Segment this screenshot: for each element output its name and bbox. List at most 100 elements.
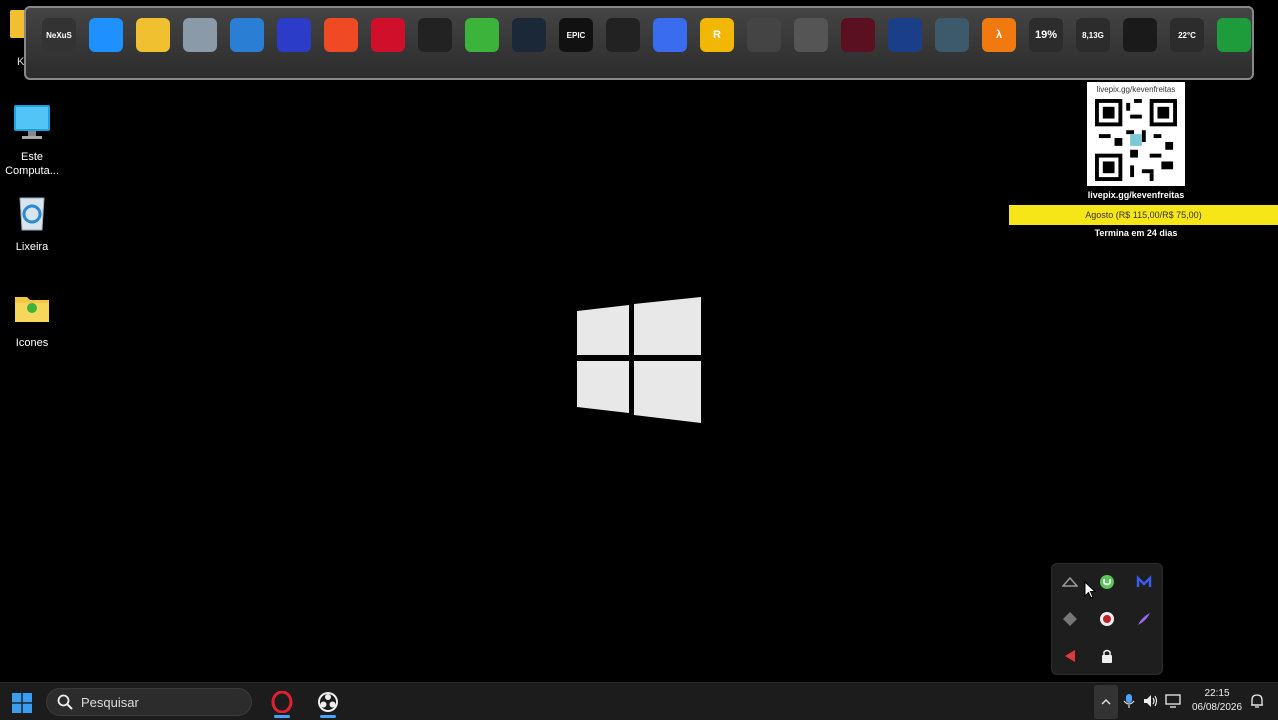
obs-icon [318,692,338,712]
malwarebytes-tray-icon[interactable] [1132,570,1156,594]
dock-item-text: 19% [1034,29,1058,41]
folder-icon [136,18,170,52]
utorrent-icon [465,18,499,52]
dock-item-nexus[interactable]: NeXuS [40,18,78,70]
taskbar-opera-button[interactable] [265,686,299,718]
recycle-bin-icon [183,18,217,52]
dock-item-fallout[interactable] [792,18,830,70]
microphone-icon[interactable] [1120,692,1138,710]
dock-items: NeXuS EPIC Rλ 19% 8,13G 22°C [40,18,1253,70]
dock-item-text: 22°C [1178,30,1196,40]
dock: NeXuS EPIC Rλ 19% 8,13G 22°C [24,6,1254,80]
tray-overflow-flyout [1051,563,1163,675]
dock-item-text: 8,13G [1082,30,1104,40]
dock-item-rockstar[interactable]: R [698,18,736,70]
lock-tray-icon[interactable] [1095,644,1119,668]
qr-url-bottom: livepix.gg/kevenfreitas [1087,190,1185,200]
network-app-icon [888,18,922,52]
dock-item-epic-games[interactable]: EPIC [557,18,595,70]
windows-logo-icon [577,297,701,423]
dock-item-weather[interactable]: 22°C [1168,18,1206,70]
desktop-icon-recycle-bin[interactable]: Lixeira [0,192,64,254]
desktop-icon-label: Este Computa... [5,151,59,177]
eye-app-icon [841,18,875,52]
taskbar-obs-button[interactable] [311,686,345,718]
chevron-up-icon [1101,698,1111,705]
gta-icon [747,18,781,52]
obs-tray-icon[interactable] [1095,607,1119,631]
dock-item-obs[interactable] [416,18,454,70]
steam-icon [512,18,546,52]
folder-icon [15,297,49,322]
dock-item-utorrent[interactable] [463,18,501,70]
dock-item-text: λ [995,29,1003,41]
feather-tray-icon[interactable] [1132,607,1156,631]
obs-icon [418,18,452,52]
qr-url-top: livepix.gg/kevenfreitas [1096,85,1176,94]
dock-item-remote-desktop[interactable] [228,18,266,70]
windows-icon [89,18,123,52]
weather-icon: 22°C [1170,18,1204,52]
dock-item-opera[interactable] [369,18,407,70]
desktop-icon-label: Lixeira [15,241,49,253]
dock-item-ram-meter[interactable]: 8,13G [1074,18,1112,70]
dock-item-folder[interactable] [134,18,172,70]
epic-games-icon: EPIC [559,18,593,52]
volume-icon[interactable] [1142,692,1160,710]
start-button[interactable] [8,689,36,717]
notification-bell-icon[interactable] [1248,692,1266,710]
taskbar: Pesquisar 22:15 06/08/2026 [0,682,1278,720]
dock-item-brave[interactable] [322,18,360,70]
diamond-tray-icon[interactable] [1058,607,1082,631]
dock-item-text: EPIC [566,30,586,40]
qr-code-icon [1095,99,1177,181]
clock-time: 22:15 [1204,688,1230,699]
half-life-icon: λ [982,18,1016,52]
camera-icon [1123,18,1157,52]
dock-item-roblox-studio[interactable] [651,18,689,70]
dock-item-power[interactable] [1215,18,1253,70]
goal-ends-text: Termina em 24 dias [1094,228,1178,238]
brave-icon [324,18,358,52]
fallout-icon [794,18,828,52]
tray-chevron-button[interactable] [1094,685,1118,719]
dock-item-half-life[interactable]: λ [980,18,1018,70]
search-input[interactable]: Pesquisar [46,688,252,716]
dock-item-gta[interactable] [745,18,783,70]
malwarebytes-icon [277,18,311,52]
cpu-meter-icon: 19% [1029,18,1063,52]
search-icon [57,694,73,710]
desktop-icon-folder[interactable]: Icones [0,288,64,350]
dock-item-camera[interactable] [1121,18,1159,70]
search-placeholder: Pesquisar [81,694,139,710]
clock[interactable]: 22:15 06/08/2026 [1186,687,1248,715]
remote-desktop-icon [230,18,264,52]
mouse-cursor-icon [1084,581,1096,599]
clock-date: 06/08/2026 [1191,702,1243,713]
dock-item-text: R [713,29,721,41]
goal-bar: Agosto (R$ 115,00/R$ 75,00) [1009,205,1278,225]
dock-item-cpu-meter[interactable]: 19% [1027,18,1065,70]
dock-item-recycle-bin[interactable] [181,18,219,70]
opera-icon [371,18,405,52]
utorrent-tray-icon[interactable] [1095,570,1119,594]
dock-item-eye-app[interactable] [839,18,877,70]
dock-item-network-app[interactable] [886,18,924,70]
rockstar-icon: R [700,18,734,52]
desktop-icon-label: Icones [15,337,49,349]
speaker-tray-icon[interactable] [1058,644,1082,668]
windows-start-icon [12,693,32,713]
dock-item-windows[interactable] [87,18,125,70]
nvidia-tray-icon[interactable] [1058,570,1082,594]
recycle-bin-icon [19,197,45,231]
dock-item-game-cover[interactable] [933,18,971,70]
dock-item-malwarebytes[interactable] [275,18,313,70]
power-icon [1217,18,1251,52]
desktop-icon-this-pc[interactable]: Este Computa... [0,102,64,178]
qr-widget: livepix.gg/kevenfreitas [1087,82,1185,186]
dock-item-roblox[interactable] [604,18,642,70]
network-icon[interactable] [1164,692,1182,710]
monitor-icon [14,105,50,139]
dock-item-text: NeXuS [46,30,72,40]
dock-item-steam[interactable] [510,18,548,70]
